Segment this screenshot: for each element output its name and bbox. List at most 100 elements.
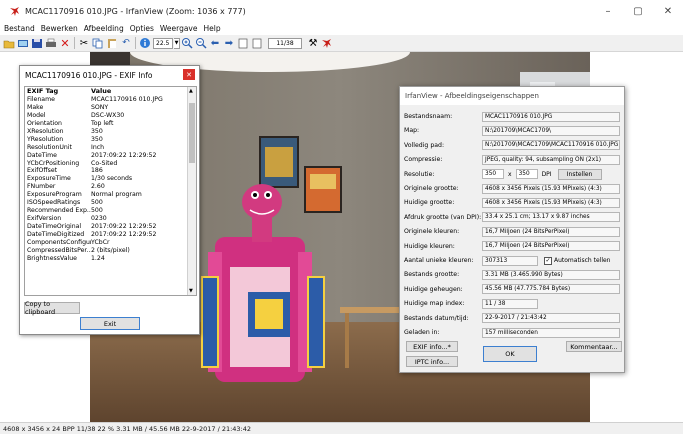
exif-row[interactable]: YCbCrPositioning Co-Sited — [25, 160, 196, 168]
exif-info-button[interactable]: EXIF info...* — [406, 341, 458, 352]
exif-row[interactable]: FNumber 2.60 — [25, 183, 196, 191]
property-row: Map: N:\201709\MCAC1709\ — [404, 125, 620, 136]
close-button[interactable]: ✕ — [653, 0, 683, 22]
copy-icon[interactable] — [92, 37, 104, 49]
exif-scrollbar[interactable]: ▲ ▼ — [187, 87, 196, 295]
resolution-separator: x — [508, 170, 512, 178]
exif-row[interactable]: DateTime 2017:09:22 12:29:52 — [25, 152, 196, 160]
property-row: Huidige grootte: 4608 x 3456 Pixels (15.9… — [404, 197, 620, 208]
iptc-info-button[interactable]: IPTC info... — [406, 356, 458, 367]
exif-row[interactable]: BrightnessValue 1.24 — [25, 255, 196, 263]
print-icon[interactable] — [45, 37, 57, 49]
exif-tag-cell: YCbCrPositioning — [27, 159, 80, 167]
exif-row[interactable]: Filename MCAC1170916 010.JPG — [25, 96, 196, 104]
next-icon[interactable]: ➡ — [223, 37, 235, 49]
exif-tag-cell: ExifVersion — [27, 215, 62, 223]
exif-row[interactable]: ResolutionUnit Inch — [25, 144, 196, 152]
zoom-out-icon[interactable] — [195, 37, 207, 49]
menu-weergave[interactable]: Weergave — [160, 24, 198, 33]
exif-row[interactable]: Recommended Exp... 500 — [25, 207, 196, 215]
property-row: Volledig pad: N:\201709\MCAC1709\MCAC1170… — [404, 140, 620, 151]
scroll-down-icon[interactable]: ▼ — [189, 288, 193, 294]
exif-row[interactable]: XResolution 350 — [25, 128, 196, 136]
auto-count-checkbox[interactable]: ✓ — [544, 256, 552, 265]
exif-value-cell: 1.24 — [91, 254, 105, 262]
zoom-in-icon[interactable] — [181, 37, 193, 49]
menu-bewerken[interactable]: Bewerken — [41, 24, 78, 33]
property-row: Aantal unieke kleuren: 307313 ✓ Automatisch… — [404, 255, 610, 266]
scroll-up-icon[interactable]: ▲ — [189, 88, 193, 94]
property-label: Map: — [404, 127, 420, 135]
exif-row[interactable]: Model DSC-WX30 — [25, 112, 196, 120]
irfanview-icon[interactable] — [321, 37, 333, 49]
exif-col-tag[interactable]: EXIF Tag — [25, 87, 91, 96]
exif-tag-cell: ISOSpeedRatings — [27, 199, 81, 207]
exif-row[interactable]: CompressedBitsPer... 2 (bits/pixel) — [25, 247, 196, 255]
exif-col-value[interactable]: Value — [91, 87, 187, 96]
ok-button[interactable]: OK — [483, 346, 537, 362]
exif-value-cell: Inch — [91, 143, 105, 151]
exif-value-cell: 350 — [91, 127, 103, 135]
chevron-down-icon[interactable]: ▼ — [174, 37, 180, 49]
exif-row[interactable]: DateTimeDigitized 2017:09:22 12:29:52 — [25, 231, 196, 239]
property-label: Geladen in: — [404, 329, 440, 336]
menu-help[interactable]: Help — [204, 24, 221, 33]
property-value: 22-9-2017 / 21:43:42 — [482, 313, 620, 324]
exif-row[interactable]: Orientation Top left — [25, 120, 196, 128]
open-icon[interactable] — [3, 37, 15, 49]
property-row: Bestands grootte: 3.31 MB (3.465.990 Byte… — [404, 269, 620, 280]
page-index-field[interactable]: 11/38 — [268, 37, 302, 49]
exif-row[interactable]: ExifOffset 186 — [25, 167, 196, 175]
info-icon[interactable] — [139, 37, 151, 49]
first-page-icon[interactable] — [237, 37, 249, 49]
undo-icon[interactable]: ↶ — [120, 37, 132, 49]
exif-close-button[interactable]: ✕ — [183, 69, 195, 80]
set-resolution-button[interactable]: Instellen — [557, 168, 602, 180]
minimize-button[interactable]: – — [593, 0, 623, 22]
menu-opties[interactable]: Opties — [130, 24, 154, 33]
save-icon[interactable] — [31, 37, 43, 49]
resolution-y-input[interactable]: 350 — [515, 169, 538, 180]
exif-table[interactable]: EXIF Tag Value Filename MCAC1170916 010.J… — [24, 86, 197, 296]
exif-row[interactable]: ExposureTime 1/30 seconds — [25, 175, 196, 183]
exif-row[interactable]: ISOSpeedRatings 500 — [25, 199, 196, 207]
exif-tag-cell: ResolutionUnit — [27, 143, 72, 151]
property-value: N:\201709\MCAC1709\MCAC1170916 010.JPG — [482, 140, 620, 151]
exif-value-cell: 2017:09:22 12:29:52 — [91, 151, 157, 159]
cut-icon[interactable]: ✂ — [78, 37, 90, 49]
delete-icon[interactable]: ✕ — [59, 37, 71, 50]
scrollbar-thumb[interactable] — [189, 103, 195, 163]
exif-value-cell: DSC-WX30 — [91, 111, 125, 119]
menu-bestand[interactable]: Bestand — [4, 24, 35, 33]
exif-tag-cell: DateTime — [27, 151, 57, 159]
exif-value-cell: Top left — [91, 119, 114, 127]
resolution-unit: DPI — [541, 170, 552, 178]
exif-tag-cell: Make — [27, 103, 44, 111]
slideshow-icon[interactable] — [17, 37, 29, 49]
menu-afbeelding[interactable]: Afbeelding — [84, 24, 124, 33]
property-row: Afdruk grootte (van DPI): 33.4 x 25.1 cm;… — [404, 212, 620, 223]
exif-row[interactable]: ExifVersion 0230 — [25, 215, 196, 223]
paste-icon[interactable] — [106, 37, 118, 49]
exif-tag-cell: XResolution — [27, 127, 64, 135]
settings-icon[interactable]: ⚒ — [307, 37, 319, 49]
auto-count-label: Automatisch tellen — [554, 257, 611, 264]
exif-row[interactable]: Make SONY — [25, 104, 196, 112]
comment-button[interactable]: Kommentaar... — [566, 341, 622, 352]
resolution-x-input[interactable]: 350 — [482, 169, 504, 180]
copy-to-clipboard-button[interactable]: Copy to clipboard — [24, 300, 80, 316]
property-row: Bestandsnaam: MCAC1170916 010.JPG — [404, 111, 620, 122]
exit-button[interactable]: Exit — [80, 317, 140, 330]
properties-dialog-title: IrfanView - Afbeeldingseigenschappen — [400, 87, 624, 105]
last-page-icon[interactable] — [251, 37, 263, 49]
maximize-button[interactable]: ▢ — [623, 0, 653, 22]
zoom-input[interactable]: 22.5 — [153, 37, 173, 49]
exif-row[interactable]: ExposureProgram Normal program — [25, 191, 196, 199]
exif-row[interactable]: YResolution 350 — [25, 136, 196, 144]
exif-row[interactable]: DateTimeOriginal 2017:09:22 12:29:52 — [25, 223, 196, 231]
exif-row[interactable]: ComponentsConfigur... YCbCr — [25, 239, 196, 247]
property-row: Geladen in: 157 milliseconden — [404, 327, 620, 338]
property-row: Originele kleuren: 16,7 Miljoen (24 BitsP… — [404, 226, 620, 237]
prev-icon[interactable]: ⬅ — [209, 37, 221, 49]
property-label: Bestandsnaam: — [404, 113, 453, 120]
